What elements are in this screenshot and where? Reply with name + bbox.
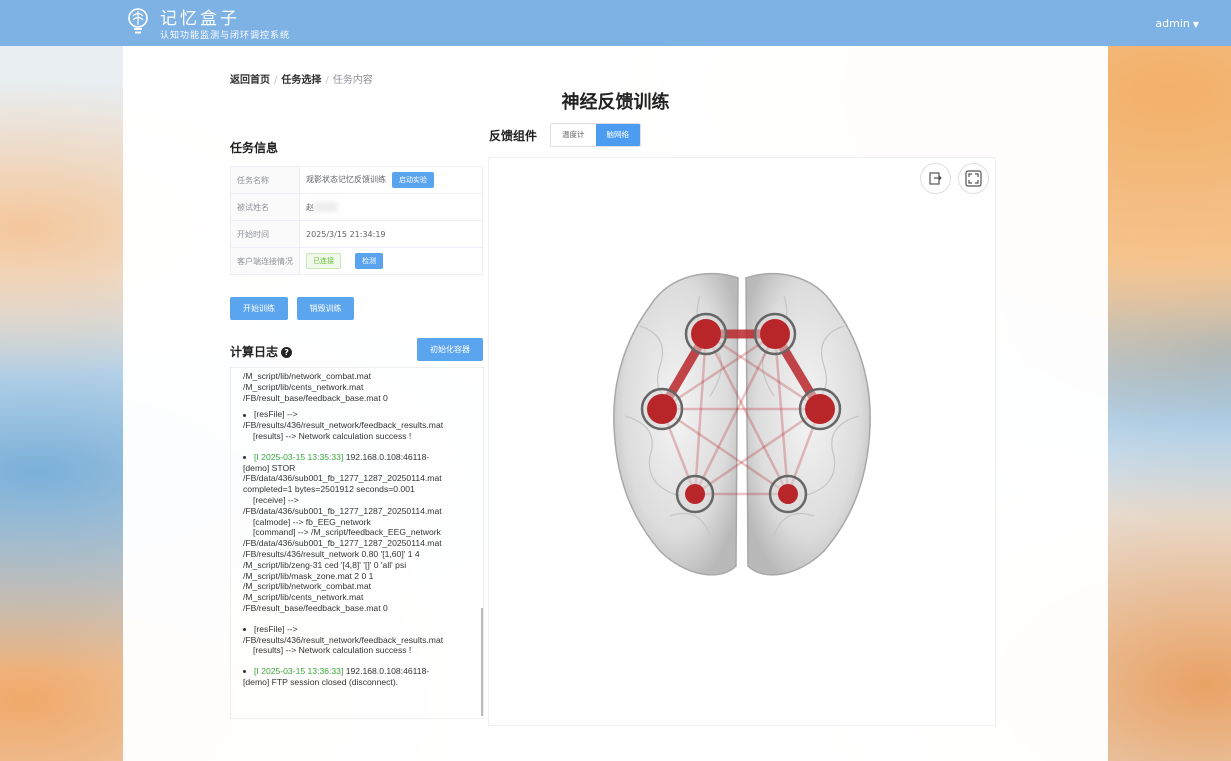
bullet bbox=[243, 413, 246, 417]
network-node-left-occipital bbox=[685, 484, 705, 504]
page-title: 神经反馈训练 bbox=[561, 92, 670, 113]
table-row: 客户端连接情况 已连接 检测 bbox=[230, 247, 483, 275]
log-scrollbar[interactable] bbox=[481, 608, 483, 716]
network-node-right-occipital bbox=[778, 484, 798, 504]
table-row: 被试姓名 赵 bbox=[230, 193, 483, 221]
log-line: /FB/data/436/sub001_fb_1277_1287_2025011… bbox=[243, 538, 442, 549]
list-item: [resFile] --> /FB/results/436/result_net… bbox=[243, 409, 483, 441]
bullet bbox=[243, 670, 246, 674]
task-name-value: 观影状态记忆反馈训练 bbox=[306, 175, 386, 184]
log-line: /FB/result_base/feedback_base.mat 0 bbox=[243, 392, 388, 403]
bullet bbox=[243, 456, 246, 460]
network-node-left-frontal bbox=[691, 319, 721, 349]
log-title: 计算日志 bbox=[230, 345, 279, 359]
brain-network-graph bbox=[613, 272, 871, 576]
breadcrumb-separator: / bbox=[274, 75, 278, 86]
log-panel[interactable]: /M_script/lib/network_combat.mat /M_scri… bbox=[230, 367, 484, 719]
export-button[interactable] bbox=[920, 163, 951, 194]
redacted-name bbox=[314, 202, 338, 212]
breadcrumb-separator: / bbox=[325, 75, 329, 86]
log-line: /M_script/lib/cents_network.mat bbox=[243, 381, 364, 392]
breadcrumb: 返回首页 / 任务选择 / 任务内容 bbox=[230, 71, 373, 86]
log-line: /M_script/lib/zeng-31 ced '[4,8]' '[]' 0… bbox=[243, 559, 407, 570]
fullscreen-button[interactable] bbox=[958, 163, 989, 194]
tab-brain-network[interactable]: 脑网络 bbox=[595, 124, 640, 146]
log-line: [receive] --> bbox=[253, 494, 299, 505]
log-line: [results] --> Network calculation succes… bbox=[253, 645, 412, 656]
log-line: [command] --> /M_script/feedback_EEG_net… bbox=[253, 527, 441, 538]
log-head: /M_script/lib/network_combat.mat /M_scri… bbox=[231, 368, 483, 403]
question-circle-icon[interactable]: ? bbox=[281, 347, 293, 358]
feedback-title: 反馈组件 bbox=[489, 129, 538, 143]
list-item: [I 2025-03-15 13:36:33] 192.168.0.108:46… bbox=[243, 666, 483, 688]
connection-status-badge: 已连接 bbox=[306, 253, 341, 269]
log-timestamp: [I 2025-03-15 13:35:33] bbox=[254, 451, 344, 462]
list-item: [resFile] --> /FB/results/436/result_net… bbox=[243, 624, 483, 656]
log-line: /FB/data/436/sub001_fb_1277_1287_2025011… bbox=[243, 473, 442, 484]
chevron-down-icon: ▼ bbox=[1192, 20, 1199, 29]
table-row: 任务名称 观影状态记忆反馈训练 启动实验 bbox=[230, 166, 483, 194]
export-image-icon bbox=[929, 172, 942, 185]
start-time-value: 2025/3/15 21:34:19 bbox=[299, 220, 483, 248]
task-name-label: 任务名称 bbox=[230, 166, 300, 194]
user-menu[interactable]: admin ▼ bbox=[1155, 17, 1199, 30]
breadcrumb-task-select[interactable]: 任务选择 bbox=[281, 75, 321, 86]
log-line: /FB/results/436/result_network/feedback_… bbox=[243, 420, 444, 431]
network-node-right-frontal bbox=[760, 319, 790, 349]
fullscreen-icon bbox=[965, 170, 982, 187]
subject-name-value: 赵 bbox=[306, 202, 314, 212]
log-line: [resFile] --> bbox=[254, 409, 298, 420]
start-training-button[interactable]: 开始训练 bbox=[230, 297, 288, 320]
bullet bbox=[243, 627, 246, 631]
tab-thermometer[interactable]: 温度计 bbox=[551, 124, 596, 146]
feedback-tabs: 温度计 脑网络 bbox=[550, 123, 641, 147]
start-experiment-button[interactable]: 启动实验 bbox=[392, 172, 434, 188]
log-line: /FB/data/436/sub001_fb_1277_1287_2025011… bbox=[243, 505, 442, 516]
client-connection-label: 客户端连接情况 bbox=[230, 247, 300, 275]
log-line: /M_script/lib/network_combat.mat bbox=[243, 371, 371, 381]
top-bar: 记忆盒子 认知功能监测与闭环调控系统 admin ▼ bbox=[0, 0, 1231, 46]
log-line: /FB/results/436/result_network/feedback_… bbox=[243, 634, 444, 645]
log-line: 192.168.0.108:46118- bbox=[343, 451, 430, 462]
log-list: [resFile] --> /FB/results/436/result_net… bbox=[231, 409, 483, 687]
log-line: /FB/result_base/feedback_base.mat 0 bbox=[243, 602, 388, 613]
log-line: /M_script/lib/network_combat.mat bbox=[243, 581, 371, 592]
log-line: /FB/results/436/result_network 0.80 '[1,… bbox=[243, 548, 420, 559]
breadcrumb-home[interactable]: 返回首页 bbox=[230, 75, 270, 86]
start-time-label: 开始时间 bbox=[230, 220, 300, 248]
subject-name-label: 被试姓名 bbox=[230, 193, 300, 221]
log-title-wrap: 计算日志? bbox=[230, 343, 293, 360]
log-timestamp: [I 2025-03-15 13:36:33] bbox=[254, 666, 344, 677]
user-name: admin bbox=[1155, 17, 1190, 30]
breadcrumb-current: 任务内容 bbox=[332, 75, 373, 86]
log-line: [calmode] --> fb_EEG_network bbox=[253, 516, 371, 527]
log-line: /M_script/lib/mask_zone.mat 2 0 1 bbox=[243, 570, 374, 581]
network-node-right-temporal bbox=[805, 394, 835, 424]
init-container-button[interactable]: 初始化容器 bbox=[417, 338, 483, 361]
brand-subtitle: 认知功能监测与闭环调控系统 bbox=[160, 31, 291, 41]
check-connection-button[interactable]: 检测 bbox=[355, 253, 383, 269]
log-line: /M_script/lib/cents_network.mat bbox=[243, 592, 364, 603]
log-line: completed=1 bytes=2501912 seconds=0.001 bbox=[243, 484, 415, 495]
brain-lightbulb-icon bbox=[128, 8, 148, 34]
log-line: [demo] FTP session closed (disconnect). bbox=[243, 676, 399, 687]
log-line: [results] --> Network calculation succes… bbox=[253, 430, 412, 441]
brand-title: 记忆盒子 bbox=[160, 9, 240, 29]
log-line: [resFile] --> bbox=[254, 623, 298, 634]
table-row: 开始时间 2025/3/15 21:34:19 bbox=[230, 220, 483, 248]
list-item: [I 2025-03-15 13:35:33] 192.168.0.108:46… bbox=[243, 452, 483, 614]
task-info-title: 任务信息 bbox=[230, 141, 279, 155]
destroy-training-button[interactable]: 销毁训练 bbox=[297, 297, 354, 320]
network-node-left-temporal bbox=[647, 394, 677, 424]
log-line: 192.168.0.108:46118- bbox=[343, 666, 430, 677]
task-info-table: 任务名称 观影状态记忆反馈训练 启动实验 被试姓名 赵 开始时间 2025/3/1… bbox=[230, 166, 483, 275]
log-line: [demo] STOR bbox=[243, 462, 296, 473]
